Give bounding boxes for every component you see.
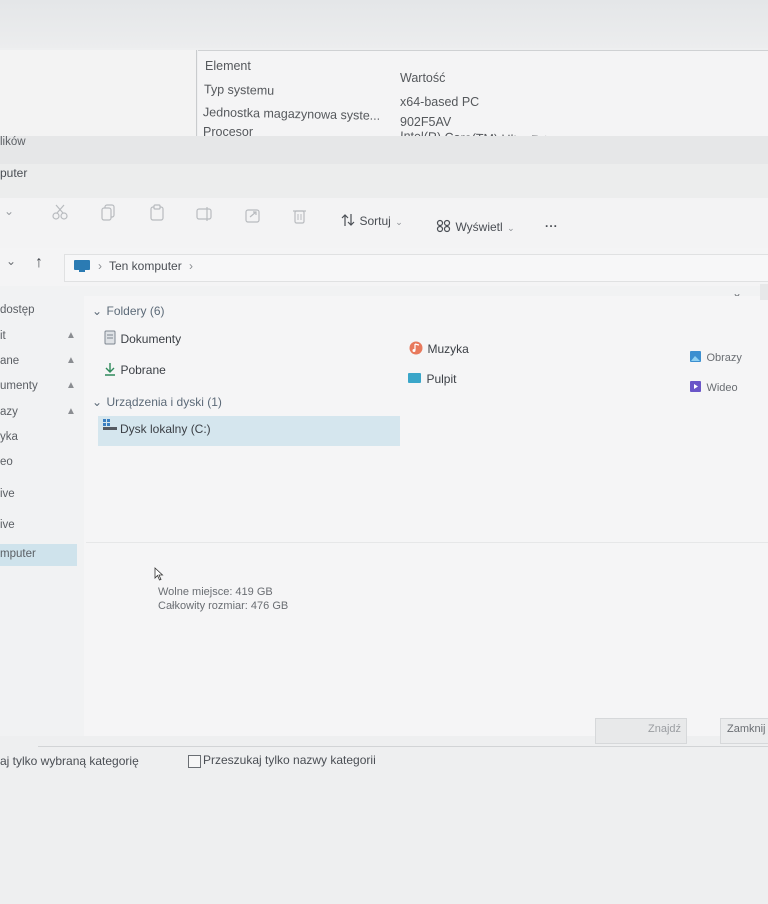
sort-label: Sortuj — [359, 214, 391, 228]
recent-locations-chevron-icon[interactable]: ⌄ — [6, 254, 16, 268]
folder-item-music[interactable]: Muzyka — [409, 340, 469, 358]
devices-group-title: Urządzenia i dyski (1) — [106, 395, 222, 409]
view-label: Wyświetl — [455, 220, 503, 234]
pin-icon: ▲ — [66, 406, 76, 417]
up-arrow-icon[interactable]: ↑ — [35, 254, 43, 272]
pin-icon: ▲ — [66, 355, 76, 366]
sidebar-item-this-pc[interactable]: mputer — [0, 544, 77, 566]
sidebar-item-label: mputer — [0, 548, 36, 560]
breadcrumb-separator-icon: › — [98, 259, 102, 273]
folder-label: Obrazy — [706, 352, 742, 364]
window-caption-bar: puter — [0, 164, 768, 199]
find-button[interactable]: Znajdź — [595, 718, 687, 744]
column-header-value[interactable]: Wartość — [400, 71, 445, 85]
navigation-pane: dostęp it ▲ ane ▲ umenty ▲ azy ▲ yka eo … — [0, 296, 84, 736]
category-pane — [0, 50, 197, 142]
folder-item-desktop[interactable]: Pulpit — [407, 370, 456, 388]
copy-icon[interactable] — [101, 204, 117, 221]
view-chevron-icon: ⌄ — [507, 223, 515, 233]
folder-label: Dokumenty — [120, 332, 182, 346]
view-grid-icon — [436, 219, 451, 233]
dialog-divider — [38, 746, 768, 747]
collapse-chevron-icon: ⌄ — [92, 304, 103, 318]
close-button[interactable]: Zamknij — [720, 718, 768, 744]
folder-label: Wideo — [706, 382, 738, 394]
close-button-label: Zamknij — [727, 723, 766, 735]
folder-label: Pulpit — [426, 372, 457, 386]
this-pc-icon — [74, 260, 90, 272]
breadcrumb-this-pc[interactable]: Ten komputer — [109, 259, 182, 273]
row-value: x64-based PC — [400, 95, 480, 109]
search-selected-category-option[interactable]: aj tylko wybraną kategorię — [0, 754, 139, 768]
mouse-pointer-icon — [154, 567, 164, 581]
sidebar-item-pictures[interactable]: azy — [0, 406, 18, 418]
share-icon[interactable] — [245, 207, 261, 223]
command-bar: ⌄ Sortuj ⌄ Wyświetl ⌄ ... — [0, 198, 768, 249]
breadcrumb-chevron-icon[interactable]: › — [189, 259, 193, 273]
drive-item-c[interactable]: Dysk lokalny (C:) — [98, 416, 400, 446]
view-button[interactable]: Wyświetl ⌄ — [436, 218, 515, 236]
folder-item-documents[interactable]: Dokumenty — [104, 330, 181, 348]
new-dropdown-chevron-icon[interactable]: ⌄ — [4, 204, 14, 218]
folder-item-pictures[interactable]: Obrazy — [689, 348, 742, 366]
find-button-label: Znajdź — [648, 723, 682, 735]
collapse-chevron-icon: ⌄ — [92, 395, 103, 409]
sidebar-item-videos[interactable]: eo — [0, 456, 13, 468]
sidebar-item-drive[interactable]: ive — [0, 519, 15, 531]
tooltip-total-size: Całkowity rozmiar: 476 GB — [158, 600, 289, 612]
pin-icon: ▲ — [66, 380, 76, 391]
column-header-element[interactable]: Element — [205, 59, 251, 73]
music-icon — [409, 341, 423, 355]
folder-label: Muzyka — [427, 342, 469, 356]
row-name: Typ systemu — [203, 82, 275, 98]
sidebar-item-documents[interactable]: umenty — [0, 380, 38, 392]
details-table: Element Wartość Typ systemu x64-based PC… — [198, 50, 768, 155]
system-information-window: Element Wartość Typ systemu x64-based PC… — [0, 0, 768, 155]
folder-item-downloads[interactable]: Pobrane — [104, 361, 166, 379]
sort-arrows-icon — [341, 214, 355, 226]
more-options-button[interactable]: ... — [545, 216, 558, 230]
group-divider — [86, 542, 768, 543]
drive-label: Dysk lokalny (C:) — [120, 422, 211, 436]
delete-icon[interactable] — [292, 208, 307, 224]
window-top-band — [0, 0, 768, 48]
category-names-checkbox-label: Przeszukaj tylko nazwy kategorii — [203, 753, 376, 767]
folders-group-title: Foldery (6) — [106, 304, 165, 318]
rename-icon[interactable] — [196, 206, 214, 222]
row-value: 902F5AV — [400, 115, 452, 129]
desktop-icon — [408, 373, 421, 383]
folder-item-videos[interactable]: Wideo — [689, 378, 738, 396]
pin-icon: ▲ — [66, 330, 76, 341]
sidebar-item-music[interactable]: yka — [0, 431, 18, 443]
row-name: Jednostka magazynowa syste... — [202, 105, 381, 123]
category-names-checkbox[interactable] — [188, 755, 201, 768]
sidebar-item-desktop[interactable]: it — [0, 330, 6, 342]
cut-icon[interactable] — [52, 204, 68, 220]
devices-group-header[interactable]: ⌄ Urządzenia i dyski (1) — [92, 393, 222, 411]
video-icon — [690, 381, 701, 392]
sidebar-item-downloads[interactable]: ane — [0, 355, 19, 367]
file-list: ⌄ Foldery (6) Dokumenty Pobrane Muzyka P… — [84, 296, 768, 736]
sort-chevron-icon: ⌄ — [395, 217, 403, 227]
search-box-edge[interactable] — [760, 284, 768, 300]
window-caption: puter — [0, 166, 28, 180]
sort-button[interactable]: Sortuj ⌄ — [341, 212, 403, 230]
paste-icon[interactable] — [149, 204, 165, 221]
drive-icon — [103, 419, 117, 430]
documents-icon — [104, 330, 116, 345]
tooltip-free-space: Wolne miejsce: 419 GB — [158, 586, 273, 598]
folders-group-header[interactable]: ⌄ Foldery (6) — [92, 302, 165, 320]
sidebar-item-quick-access[interactable]: dostęp — [0, 304, 35, 316]
file-explorer-window: lików puter ⌄ Sortuj ⌄ Wyświetl ⌄ ... ⌄ … — [0, 136, 768, 904]
window-title: lików — [0, 136, 26, 148]
pictures-icon — [690, 351, 701, 362]
folder-label: Pobrane — [120, 363, 166, 377]
title-bar: lików — [0, 136, 768, 164]
navigation-bar: ⌄ ↑ › Ten komputer › — [0, 248, 768, 286]
download-icon — [105, 363, 115, 376]
sidebar-item-drive[interactable]: ive — [0, 488, 15, 500]
address-bar[interactable]: › Ten komputer › — [64, 254, 768, 282]
